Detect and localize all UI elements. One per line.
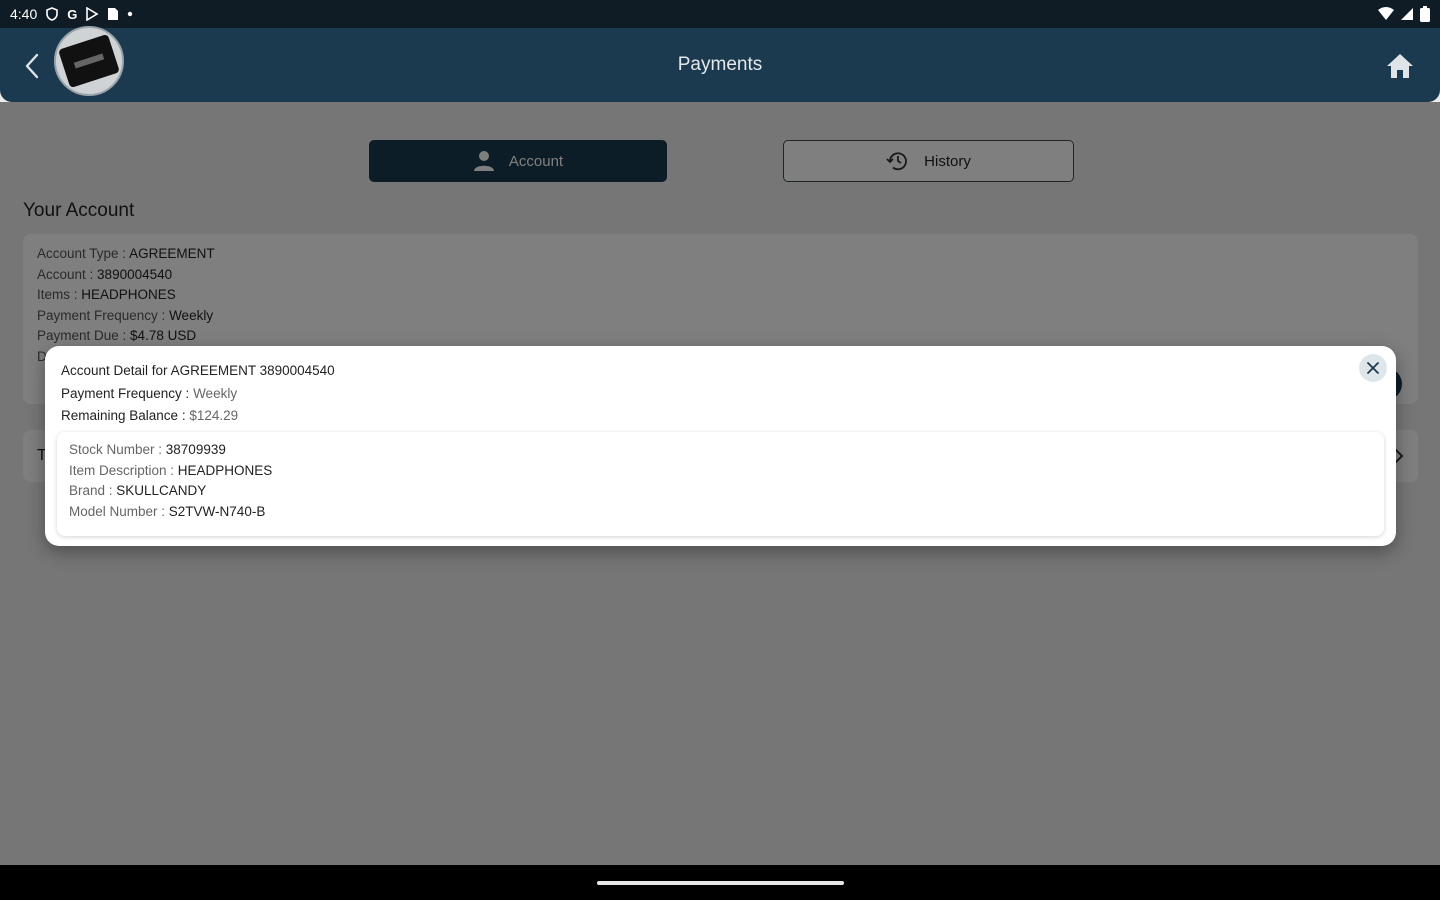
status-bar: 4:40 G: [0, 0, 1440, 28]
system-nav-bar: [0, 865, 1440, 900]
status-left: 4:40 G: [10, 6, 133, 22]
cell-signal-icon: [1401, 8, 1413, 20]
home-button[interactable]: [1384, 50, 1416, 82]
google-notification-icon: G: [67, 6, 78, 22]
sim-notification-icon: [108, 8, 119, 20]
play-notification-icon: [86, 7, 99, 21]
logo-mark: [58, 33, 120, 89]
page-title: Payments: [677, 54, 763, 75]
brand-row: Brand : SKULLCANDY: [69, 483, 207, 498]
company-logo: [54, 26, 124, 96]
battery-icon: [1420, 6, 1430, 22]
item-description-row: Item Description : HEADPHONES: [69, 462, 273, 478]
modal-close-button[interactable]: [1359, 354, 1387, 382]
app-header: Payments: [0, 28, 1440, 102]
home-icon: [1387, 54, 1413, 78]
stock-number-row: Stock Number : 38709939: [69, 442, 226, 457]
close-icon: [1367, 362, 1379, 374]
wifi-icon: [1378, 7, 1394, 20]
modal-balance-row: Remaining Balance : $124.29: [61, 408, 239, 423]
status-right: [1378, 6, 1430, 22]
shield-notification-icon: [46, 7, 59, 21]
account-detail-modal: Account Detail for AGREEMENT 3890004540 …: [45, 346, 1396, 546]
modal-frequency-row: Payment Frequency : Weekly: [61, 385, 238, 401]
model-number-row: Model Number : S2TVW-N740-B: [69, 503, 266, 519]
status-time: 4:40: [10, 6, 38, 22]
modal-title: Account Detail for AGREEMENT 3890004540: [61, 363, 335, 378]
item-detail-card: Stock Number : 38709939 Item Description…: [57, 432, 1384, 536]
dot-notification-icon: [128, 11, 133, 17]
home-gesture-handle[interactable]: [597, 881, 844, 885]
